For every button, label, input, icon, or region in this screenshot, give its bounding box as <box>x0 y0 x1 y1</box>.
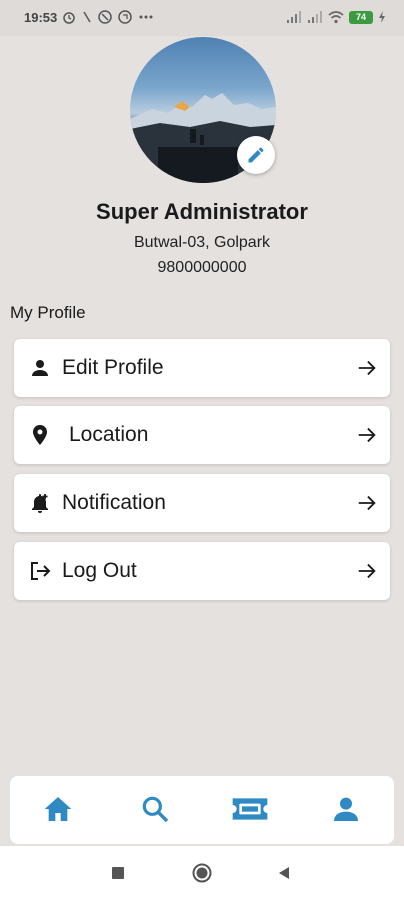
recent-apps-icon[interactable] <box>112 867 124 879</box>
arrow-right-icon <box>358 563 376 579</box>
cell-signal-icon <box>287 11 301 23</box>
arrow-right-icon <box>358 427 376 443</box>
menu-item-label: Edit Profile <box>62 356 164 379</box>
menu-item-label: Notification <box>62 491 166 514</box>
edit-avatar-button[interactable] <box>237 136 275 174</box>
menu-item-label: Location <box>69 423 149 446</box>
home-button-icon[interactable] <box>192 863 212 883</box>
profile-address: Butwal-03, Golpark <box>133 234 271 251</box>
menu-item-edit-profile[interactable]: Edit Profile <box>14 339 390 397</box>
menu-item-location[interactable]: Location <box>14 406 390 464</box>
nfc-icon <box>98 10 112 24</box>
menu-item-notification[interactable]: Notification <box>14 474 390 532</box>
alarm-icon <box>63 12 75 24</box>
home-icon[interactable] <box>42 793 74 825</box>
menu-item-log-out[interactable]: Log Out <box>14 542 390 600</box>
menu-item-label: Log Out <box>62 559 137 582</box>
status-time: 19:53 <box>24 10 58 25</box>
battery-icon: 74 <box>349 10 373 24</box>
back-icon[interactable] <box>277 866 291 880</box>
cell-signal-2-icon <box>308 11 322 23</box>
status-icons-right: 74 <box>286 9 386 25</box>
status-icons-left <box>62 9 154 25</box>
sync-icon <box>118 10 132 24</box>
signal-slash-icon <box>83 11 91 23</box>
charging-icon <box>379 11 385 23</box>
search-icon[interactable] <box>139 793 171 825</box>
profile-avatar-container <box>130 37 276 183</box>
bell-plus-icon <box>32 494 48 513</box>
arrow-right-icon <box>358 495 376 511</box>
ticket-icon[interactable] <box>230 793 270 825</box>
person-icon <box>32 360 48 376</box>
logout-icon <box>31 562 51 580</box>
profile-icon[interactable] <box>330 793 362 825</box>
profile-name: Super Administrator <box>96 199 308 224</box>
status-bar: 19:53 74 <box>0 0 404 36</box>
profile-phone: 9800000000 <box>157 259 247 276</box>
section-title: My Profile <box>10 303 86 322</box>
wifi-icon <box>328 11 344 24</box>
bottom-navigation <box>10 776 394 844</box>
system-navigation-bar <box>0 846 404 900</box>
location-pin-icon <box>33 425 47 445</box>
more-icon <box>139 15 153 19</box>
pencil-icon <box>248 147 264 163</box>
arrow-right-icon <box>358 360 376 376</box>
